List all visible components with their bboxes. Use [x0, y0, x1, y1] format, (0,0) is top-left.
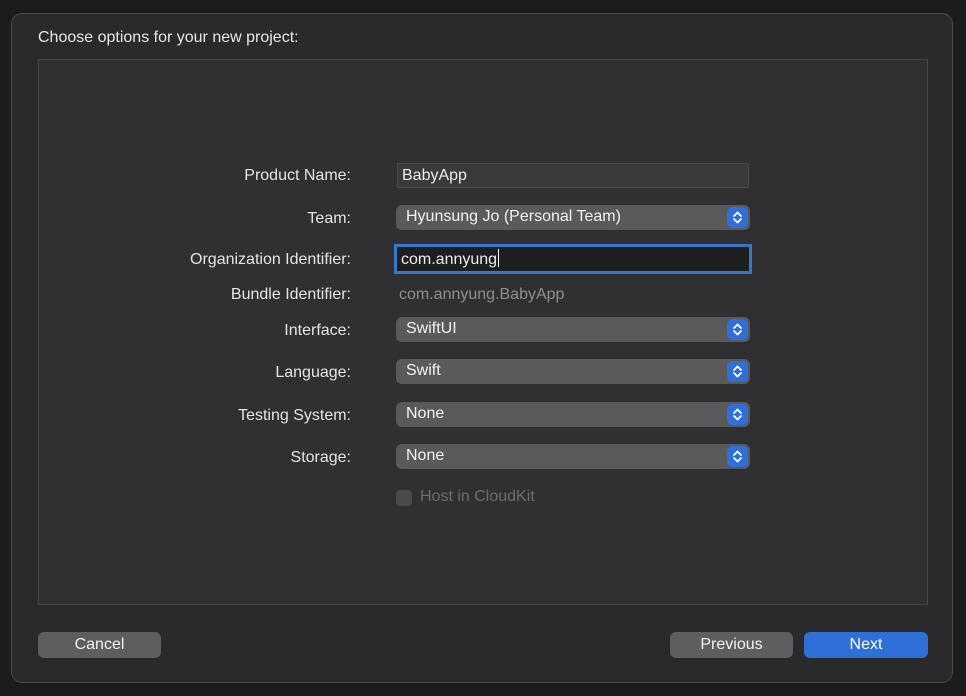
chevron-up-down-icon — [727, 361, 748, 382]
testing-system-popup[interactable]: None — [396, 402, 750, 427]
product-name-label: Product Name: — [244, 167, 351, 184]
bundle-identifier-label: Bundle Identifier: — [230, 286, 351, 303]
language-popup-value: Swift — [406, 362, 441, 379]
sheet-title: Choose options for your new project: — [38, 29, 299, 46]
interface-popup[interactable]: SwiftUI — [396, 317, 750, 342]
chevron-up-down-icon — [727, 446, 748, 467]
bundle-identifier-value: com.annyung.BabyApp — [399, 286, 565, 303]
chevron-up-down-icon — [727, 207, 748, 228]
options-panel: Product Name: BabyApp Team: Hyunsung Jo … — [38, 59, 928, 605]
chevron-up-down-icon — [727, 319, 748, 340]
new-project-options-sheet: Choose options for your new project: Pro… — [11, 13, 953, 683]
testing-system-popup-value: None — [406, 405, 445, 422]
interface-popup-value: SwiftUI — [406, 320, 457, 337]
organization-identifier-label: Organization Identifier: — [190, 251, 351, 268]
cancel-button[interactable]: Cancel — [38, 632, 161, 658]
language-popup[interactable]: Swift — [396, 359, 750, 384]
next-button[interactable]: Next — [804, 632, 928, 658]
host-in-cloudkit-label: Host in CloudKit — [420, 488, 535, 505]
testing-system-label: Testing System: — [238, 407, 351, 424]
host-in-cloudkit-checkbox[interactable] — [396, 490, 412, 506]
text-caret — [498, 249, 500, 267]
chevron-up-down-icon — [727, 404, 748, 425]
organization-identifier-field[interactable]: com.annyung — [394, 244, 752, 274]
storage-popup[interactable]: None — [396, 444, 750, 469]
storage-label: Storage: — [290, 449, 351, 466]
interface-label: Interface: — [284, 322, 351, 339]
team-popup-value: Hyunsung Jo (Personal Team) — [406, 208, 621, 225]
product-name-field[interactable]: BabyApp — [397, 163, 749, 188]
previous-button[interactable]: Previous — [670, 632, 793, 658]
team-label: Team: — [307, 210, 351, 227]
team-popup[interactable]: Hyunsung Jo (Personal Team) — [396, 205, 750, 230]
storage-popup-value: None — [406, 447, 445, 464]
organization-identifier-value: com.annyung — [401, 251, 498, 268]
language-label: Language: — [275, 364, 351, 381]
